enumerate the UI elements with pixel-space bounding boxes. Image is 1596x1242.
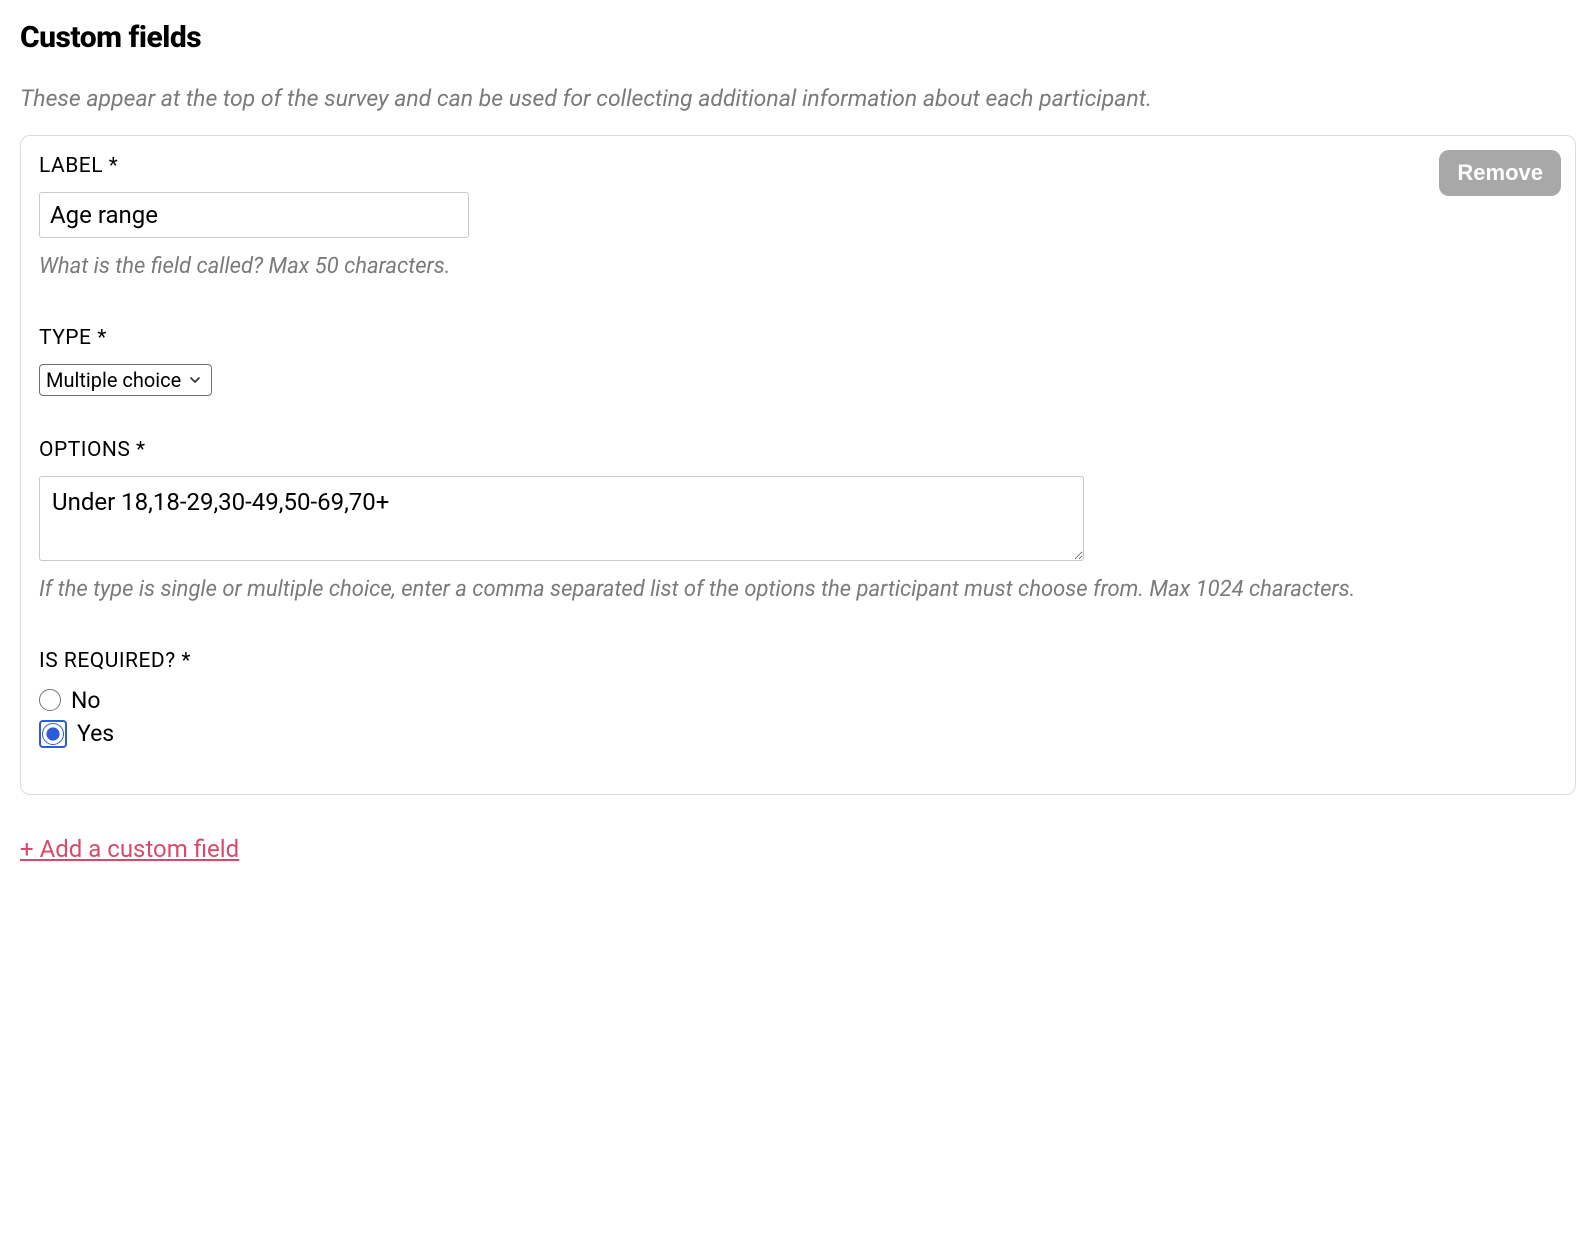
options-field-label: OPTIONS * xyxy=(39,438,1557,462)
required-no-label: No xyxy=(71,687,101,714)
type-select[interactable]: Multiple choice xyxy=(39,364,212,396)
chevron-down-icon xyxy=(187,372,203,388)
options-help-text: If the type is single or multiple choice… xyxy=(39,573,1557,607)
radio-focus-ring xyxy=(39,720,67,748)
remove-button[interactable]: Remove xyxy=(1439,150,1561,196)
label-input[interactable] xyxy=(39,192,469,238)
label-help-text: What is the field called? Max 50 charact… xyxy=(39,250,1557,284)
required-row: IS REQUIRED? * No Yes xyxy=(39,649,1557,748)
custom-field-card: Remove LABEL * What is the field called?… xyxy=(20,135,1576,795)
required-radio-group: No Yes xyxy=(39,687,1557,748)
label-field-label: LABEL * xyxy=(39,154,1557,178)
required-yes-radio[interactable] xyxy=(42,723,64,745)
page-title: Custom fields xyxy=(20,20,1576,55)
required-field-label: IS REQUIRED? * xyxy=(39,649,1557,673)
page-description: These appear at the top of the survey an… xyxy=(20,83,1576,115)
type-row: TYPE * Multiple choice xyxy=(39,326,1557,396)
options-row: OPTIONS * Under 18,18-29,30-49,50-69,70+… xyxy=(39,438,1557,606)
type-field-label: TYPE * xyxy=(39,326,1557,350)
type-select-value: Multiple choice xyxy=(46,368,187,392)
required-no-radio[interactable] xyxy=(39,689,61,711)
required-yes-option[interactable]: Yes xyxy=(39,720,1557,748)
required-no-option[interactable]: No xyxy=(39,687,1557,714)
add-custom-field-link[interactable]: + Add a custom field xyxy=(20,835,239,863)
required-yes-label: Yes xyxy=(77,720,114,747)
options-textarea[interactable]: Under 18,18-29,30-49,50-69,70+ xyxy=(39,476,1084,560)
label-row: LABEL * What is the field called? Max 50… xyxy=(39,154,1557,284)
